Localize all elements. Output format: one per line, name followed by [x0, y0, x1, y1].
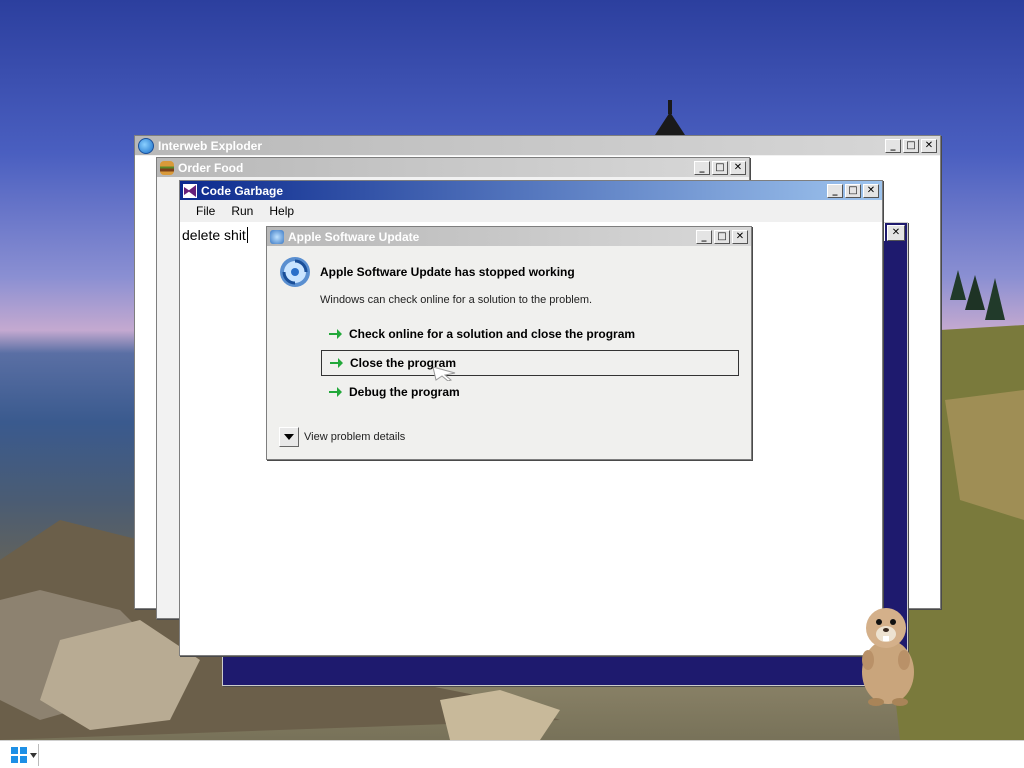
- maximize-button[interactable]: □: [712, 160, 728, 175]
- view-details-toggle[interactable]: View problem details: [279, 427, 405, 447]
- order-food-titlebar[interactable]: Order Food _ □ ✕: [157, 158, 749, 177]
- minimize-button[interactable]: _: [885, 138, 901, 153]
- editor-text: delete shit: [182, 227, 248, 243]
- visual-studio-icon: [183, 183, 197, 198]
- close-button[interactable]: ✕: [730, 160, 746, 175]
- chevron-down-icon: [30, 752, 37, 758]
- windows-logo-icon: [11, 747, 27, 763]
- menu-file[interactable]: File: [188, 204, 223, 218]
- code-garbage-titlebar[interactable]: Code Garbage _ □ ✕: [180, 181, 882, 200]
- gopher-icon[interactable]: [852, 602, 920, 708]
- minimize-button[interactable]: _: [696, 229, 712, 244]
- close-button[interactable]: ✕: [887, 225, 905, 241]
- close-button[interactable]: ✕: [732, 229, 748, 244]
- apple-update-icon: [280, 257, 310, 287]
- start-button[interactable]: [2, 744, 39, 766]
- error-message: Windows can check online for a solution …: [320, 294, 593, 306]
- error-heading: Apple Software Update has stopped workin…: [320, 265, 575, 279]
- ie-icon: [138, 137, 154, 154]
- window-title: Code Garbage: [201, 183, 284, 198]
- minimize-button[interactable]: _: [827, 183, 843, 198]
- green-arrow-icon: [330, 358, 343, 368]
- close-button[interactable]: ✕: [921, 138, 937, 153]
- window-title: Interweb Exploder: [158, 138, 263, 153]
- window-title: Apple Software Update: [288, 229, 420, 244]
- menu-help[interactable]: Help: [261, 204, 302, 218]
- minimize-button[interactable]: _: [694, 160, 710, 175]
- mouse-cursor-icon: [433, 366, 456, 381]
- close-button[interactable]: ✕: [863, 183, 879, 198]
- close-program-button[interactable]: Close the program: [321, 350, 739, 376]
- apple-update-small-icon: [270, 229, 284, 244]
- debug-program-label: Debug the program: [349, 385, 460, 399]
- apple-update-titlebar[interactable]: Apple Software Update _ □ ✕: [267, 227, 751, 246]
- maximize-button[interactable]: □: [714, 229, 730, 244]
- desktop: Interweb Exploder _ □ ✕ Order Food _ □ ✕…: [0, 0, 1024, 768]
- maximize-button[interactable]: □: [845, 183, 861, 198]
- menu-run[interactable]: Run: [223, 204, 261, 218]
- chevron-down-icon[interactable]: [279, 427, 299, 447]
- check-online-label: Check online for a solution and close th…: [349, 327, 636, 341]
- green-arrow-icon: [329, 387, 342, 397]
- view-details-label: View problem details: [304, 431, 406, 443]
- interweb-exploder-titlebar[interactable]: Interweb Exploder _ □ ✕: [135, 136, 940, 155]
- check-online-button[interactable]: Check online for a solution and close th…: [321, 321, 739, 347]
- maximize-button[interactable]: □: [903, 138, 919, 153]
- apple-update-dialog[interactable]: Apple Software Update _ □ ✕ Apple Softwa…: [266, 226, 752, 460]
- debug-program-button[interactable]: Debug the program: [321, 379, 739, 405]
- burger-icon: [160, 160, 174, 175]
- green-arrow-icon: [329, 329, 342, 339]
- window-title: Order Food: [178, 160, 244, 175]
- taskbar: [0, 740, 1024, 768]
- menu-bar: File Run Help: [180, 200, 882, 222]
